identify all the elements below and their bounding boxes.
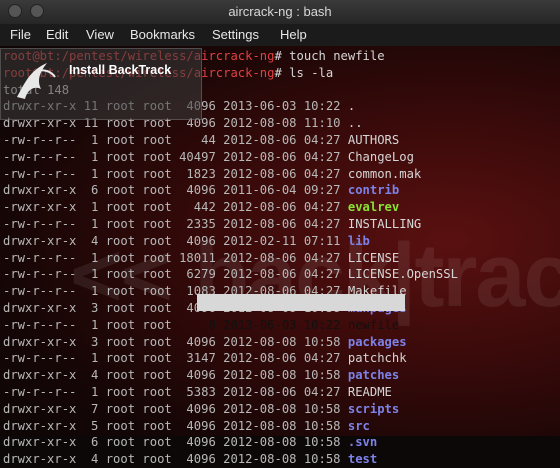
menu-file[interactable]: File <box>10 27 31 42</box>
tooltip-label: Install BackTrack <box>69 63 172 77</box>
listing-meta: drwxr-xr-x 4 root root 4096 2012-08-08 1… <box>3 452 348 467</box>
listing-name: lib <box>347 233 370 248</box>
prompt-symbol: # <box>274 49 282 63</box>
listing-meta: drwxr-xr-x 6 root root 4096 2011-06-04 0… <box>3 183 348 198</box>
listing-name: packages <box>347 334 407 349</box>
listing-name: scripts <box>347 401 400 416</box>
listing-meta: drwxr-xr-x 6 root root 4096 2012-08-08 1… <box>3 435 348 450</box>
menubar: File Edit View Bookmarks Settings Help <box>0 24 560 46</box>
listing-row: -rwxr-xr-x 1 root root 442 2012-08-06 04… <box>3 199 399 216</box>
listing-row: drwxr-xr-x 6 root root 4096 2012-08-08 1… <box>3 434 377 451</box>
listing-name: ChangeLog <box>347 149 414 164</box>
listing-row: drwxr-xr-x 7 root root 4096 2012-08-08 1… <box>3 401 399 418</box>
listing-name: INSTALLING <box>347 217 422 231</box>
listing-meta-highlighted: 0 2013-06-03 10:22 <box>179 317 348 332</box>
menu-bookmarks[interactable]: Bookmarks <box>130 27 195 42</box>
listing-meta: -rwxr-xr-x 1 root root 442 2012-08-06 04… <box>3 200 348 215</box>
listing-name: . <box>347 99 356 114</box>
menu-view[interactable]: View <box>86 27 114 42</box>
listing-row: drwxr-xr-x 6 root root 4096 2011-06-04 0… <box>3 182 399 199</box>
listing-meta: -rw-r--r-- 1 root root 6279 2012-08-06 0… <box>3 267 348 282</box>
menu-settings[interactable]: Settings <box>212 27 259 42</box>
listing-meta: -rw-r--r-- 1 root root 2335 2012-08-06 0… <box>3 217 348 231</box>
listing-meta: -rw-r--r-- 1 root root 1823 2012-08-06 0… <box>3 166 348 181</box>
listing-meta: drwxr-xr-x 7 root root 4096 2012-08-08 1… <box>3 401 348 416</box>
listing-row: -rw-r--r-- 1 root root 1823 2012-08-06 0… <box>3 166 421 183</box>
listing-row: -rw-r--r-- 1 root root 0 2013-06-03 10:2… <box>3 317 399 334</box>
prompt-command: ls -la <box>281 65 334 80</box>
listing-row: drwxr-xr-x 3 root root 4096 2012-08-08 1… <box>3 334 407 351</box>
listing-name: AUTHORS <box>347 133 400 147</box>
window-title: aircrack-ng : bash <box>228 4 332 19</box>
prompt-symbol: # <box>274 65 282 80</box>
listing-row: -rw-r--r-- 1 root root 40497 2012-08-06 … <box>3 149 414 166</box>
listing-meta: drwxr-xr-x 5 root root 4096 2012-08-08 1… <box>3 418 348 433</box>
prompt-command: touch newfile <box>281 49 385 63</box>
listing-row: drwxr-xr-x 5 root root 4096 2012-08-08 1… <box>3 418 370 435</box>
listing-row: -rw-r--r-- 1 root root 3147 2012-08-06 0… <box>3 350 407 367</box>
listing-row: drwxr-xr-x 4 root root 4096 2012-08-08 1… <box>3 367 399 384</box>
listing-name: LICENSE.OpenSSL <box>347 267 458 282</box>
listing-name: common.mak <box>347 166 422 181</box>
menu-edit[interactable]: Edit <box>46 27 68 42</box>
listing-meta: -rw-r--r-- 1 root root 3147 2012-08-06 0… <box>3 351 348 366</box>
backtrack-dragon-icon <box>17 63 56 99</box>
listing-row: drwxr-xr-x 4 root root 4096 2012-08-08 1… <box>3 451 377 468</box>
listing-row: drwxr-xr-x 4 root root 4096 2012-02-11 0… <box>3 233 370 250</box>
listing-row: -rw-r--r-- 1 root root 44 2012-08-06 04:… <box>3 132 399 149</box>
listing-meta: -rw-r--r-- 1 root root 18011 2012-08-06 … <box>3 250 348 265</box>
listing-meta: drwxr-xr-x 3 root root 4096 2012-08-08 1… <box>3 334 348 349</box>
listing-name: src <box>347 418 370 433</box>
listing-name: patches <box>347 368 400 383</box>
listing-row: -rw-r--r-- 1 root root 6279 2012-08-06 0… <box>3 266 458 283</box>
listing-meta: -rw-r--r-- 1 root root 44 2012-08-06 04:… <box>3 133 348 147</box>
listing-meta: -rw-r--r-- 1 root root <box>3 317 180 332</box>
listing-meta: drwxr-xr-x 4 root root 4096 2012-02-11 0… <box>3 233 348 248</box>
listing-row: -rw-r--r-- 1 root root 5383 2012-08-06 0… <box>3 384 392 401</box>
listing-name: LICENSE <box>347 250 400 265</box>
listing-meta: -rw-r--r-- 1 root root 5383 2012-08-06 0… <box>3 385 348 399</box>
listing-name: newfile <box>347 317 400 332</box>
window-titlebar[interactable]: aircrack-ng : bash <box>0 0 560 25</box>
listing-row: -rw-r--r-- 1 root root 18011 2012-08-06 … <box>3 250 399 267</box>
install-tooltip[interactable]: Install BackTrack <box>0 48 202 120</box>
listing-name: contrib <box>347 183 400 198</box>
listing-row: -rw-r--r-- 1 root root 2335 2012-08-06 0… <box>3 216 421 233</box>
listing-name: .svn <box>347 435 378 450</box>
listing-name: patchchk <box>347 351 407 366</box>
menu-help[interactable]: Help <box>280 27 307 42</box>
listing-meta: -rw-r--r-- 1 root root 40497 2012-08-06 … <box>3 149 348 164</box>
listing-name: .. <box>347 116 363 131</box>
selection-highlight <box>197 294 405 311</box>
listing-name: README <box>347 385 392 399</box>
listing-name: evalrev <box>347 200 400 215</box>
listing-name: test <box>347 452 378 467</box>
listing-meta: drwxr-xr-x 4 root root 4096 2012-08-08 1… <box>3 368 348 383</box>
